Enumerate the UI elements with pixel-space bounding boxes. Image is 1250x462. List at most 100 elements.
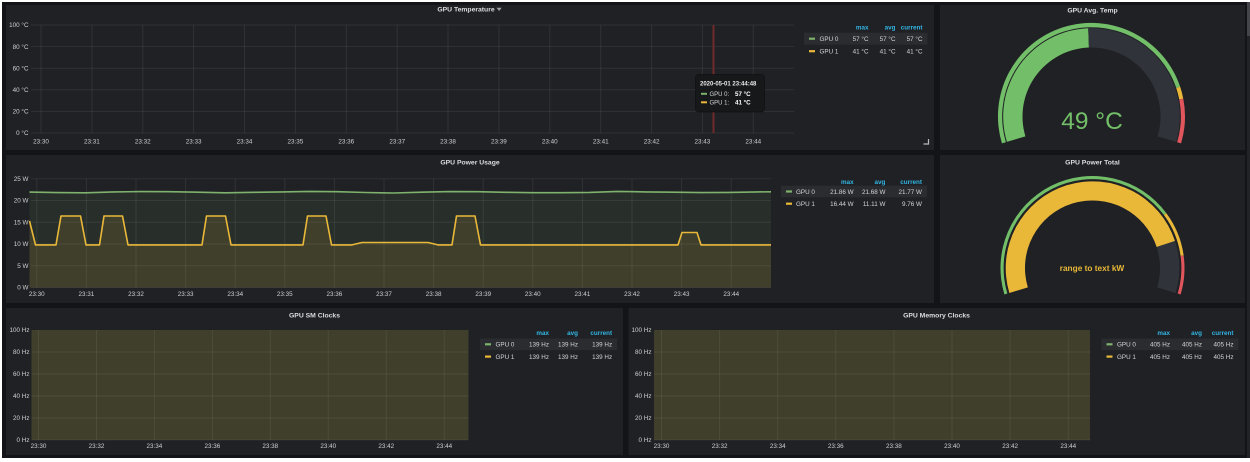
svg-text:23:40: 23:40 (320, 443, 336, 450)
svg-text:139 Hz: 139 Hz (558, 354, 578, 361)
svg-text:range to text kW: range to text kW (1060, 263, 1125, 273)
svg-text:2020-05-01 23:44:48: 2020-05-01 23:44:48 (700, 82, 757, 88)
svg-text:80 °C: 80 °C (13, 43, 29, 51)
svg-text:23:30: 23:30 (29, 291, 45, 298)
svg-text:max: max (1157, 330, 1170, 337)
svg-text:GPU Power Total: GPU Power Total (1065, 159, 1120, 166)
svg-text:23:42: 23:42 (624, 291, 640, 298)
svg-text:23:30: 23:30 (31, 443, 47, 450)
svg-text:5 W: 5 W (17, 263, 28, 270)
svg-text:23:36: 23:36 (327, 291, 343, 298)
svg-text:23:40: 23:40 (944, 443, 960, 450)
svg-text:23:36: 23:36 (828, 443, 844, 450)
svg-text:23:32: 23:32 (712, 443, 728, 450)
svg-text:GPU 1: GPU 1 (796, 201, 815, 208)
svg-text:23:35: 23:35 (277, 291, 293, 298)
svg-text:57 °C: 57 °C (907, 35, 923, 43)
svg-text:23:36: 23:36 (338, 139, 354, 146)
svg-text:41 °C: 41 °C (853, 48, 869, 56)
svg-text:current: current (590, 330, 613, 337)
svg-text:139 Hz: 139 Hz (592, 354, 612, 361)
svg-text:23:39: 23:39 (475, 291, 491, 298)
svg-text:23:31: 23:31 (84, 139, 100, 146)
svg-text:GPU Power Usage: GPU Power Usage (440, 159, 500, 166)
svg-text:405 Hz: 405 Hz (1182, 354, 1202, 361)
svg-text:avg: avg (1191, 330, 1202, 337)
svg-text:20 W: 20 W (14, 198, 29, 205)
svg-text:23:40: 23:40 (525, 291, 541, 298)
svg-text:23:31: 23:31 (79, 291, 95, 298)
svg-text:57 °C: 57 °C (735, 91, 751, 98)
svg-text:current: current (900, 179, 923, 186)
svg-text:405 Hz: 405 Hz (1150, 354, 1170, 361)
svg-text:41 °C: 41 °C (880, 48, 896, 56)
svg-text:GPU 0: GPU 0 (496, 342, 515, 349)
svg-text:25 W: 25 W (14, 176, 29, 183)
svg-text:23:32: 23:32 (89, 443, 105, 450)
svg-text:41 °C: 41 °C (735, 100, 751, 107)
svg-text:23:34: 23:34 (227, 291, 243, 298)
svg-text:21.68 W: 21.68 W (862, 189, 886, 196)
svg-text:20 °C: 20 °C (13, 108, 29, 116)
svg-text:139 Hz: 139 Hz (529, 342, 549, 349)
svg-text:GPU 0: GPU 0 (820, 36, 839, 43)
svg-text:23:38: 23:38 (886, 443, 902, 450)
svg-text:0 °C: 0 °C (16, 129, 29, 137)
svg-text:23:41: 23:41 (593, 139, 609, 146)
svg-text:60 Hz: 60 Hz (635, 371, 651, 378)
svg-text:23:33: 23:33 (186, 139, 202, 146)
svg-text:23:42: 23:42 (1002, 443, 1018, 450)
svg-text:100 °C: 100 °C (9, 21, 29, 29)
svg-text:GPU Temperature: GPU Temperature (437, 7, 495, 14)
svg-text:23:35: 23:35 (288, 139, 304, 146)
svg-text:23:41: 23:41 (575, 291, 591, 298)
svg-text:23:32: 23:32 (128, 291, 144, 298)
svg-text:max: max (841, 179, 854, 186)
svg-text:23:38: 23:38 (262, 443, 278, 450)
svg-text:20 Hz: 20 Hz (635, 415, 651, 422)
svg-text:0 Hz: 0 Hz (639, 437, 652, 444)
svg-text:405 Hz: 405 Hz (1150, 342, 1170, 349)
svg-text:GPU 1: GPU 1 (820, 49, 839, 56)
svg-text:40 Hz: 40 Hz (635, 393, 651, 400)
svg-text:21.86 W: 21.86 W (830, 189, 854, 196)
svg-text:23:30: 23:30 (33, 139, 49, 146)
svg-text:avg: avg (875, 179, 886, 186)
svg-text:60 Hz: 60 Hz (13, 371, 29, 378)
svg-text:avg: avg (885, 25, 896, 32)
svg-text:23:34: 23:34 (237, 139, 253, 146)
svg-text:23:34: 23:34 (770, 443, 786, 450)
svg-text:40 Hz: 40 Hz (13, 393, 29, 400)
svg-text:20 Hz: 20 Hz (13, 415, 29, 422)
svg-text:139 Hz: 139 Hz (558, 342, 578, 349)
svg-text:23:42: 23:42 (378, 443, 394, 450)
svg-text:current: current (1212, 330, 1235, 337)
svg-text:GPU 0:: GPU 0: (710, 92, 730, 98)
svg-text:100 Hz: 100 Hz (632, 327, 652, 334)
svg-text:avg: avg (567, 330, 578, 337)
svg-text:49 °C: 49 °C (1061, 108, 1123, 135)
svg-text:11.11 W: 11.11 W (863, 201, 886, 208)
svg-text:80 Hz: 80 Hz (13, 349, 29, 356)
svg-text:40 °C: 40 °C (13, 86, 29, 94)
svg-text:23:37: 23:37 (389, 139, 405, 146)
svg-text:23:32: 23:32 (135, 139, 151, 146)
svg-text:9.76 W: 9.76 W (902, 201, 922, 208)
svg-text:23:39: 23:39 (491, 139, 507, 146)
svg-text:139 Hz: 139 Hz (592, 342, 612, 349)
svg-text:23:44: 23:44 (745, 139, 761, 146)
svg-text:23:43: 23:43 (674, 291, 690, 298)
svg-text:23:44: 23:44 (1060, 443, 1076, 450)
svg-text:23:33: 23:33 (178, 291, 194, 298)
svg-text:405 Hz: 405 Hz (1214, 342, 1234, 349)
svg-text:405 Hz: 405 Hz (1182, 342, 1202, 349)
svg-text:GPU 1: GPU 1 (496, 354, 515, 361)
svg-text:23:34: 23:34 (147, 443, 163, 450)
svg-text:23:30: 23:30 (654, 443, 670, 450)
svg-text:41 °C: 41 °C (907, 48, 923, 56)
svg-text:10 W: 10 W (14, 241, 29, 248)
svg-text:0 Hz: 0 Hz (17, 437, 30, 444)
svg-text:GPU 1: GPU 1 (1117, 354, 1136, 361)
svg-text:23:43: 23:43 (695, 139, 711, 146)
svg-text:16.44 W: 16.44 W (830, 201, 854, 208)
